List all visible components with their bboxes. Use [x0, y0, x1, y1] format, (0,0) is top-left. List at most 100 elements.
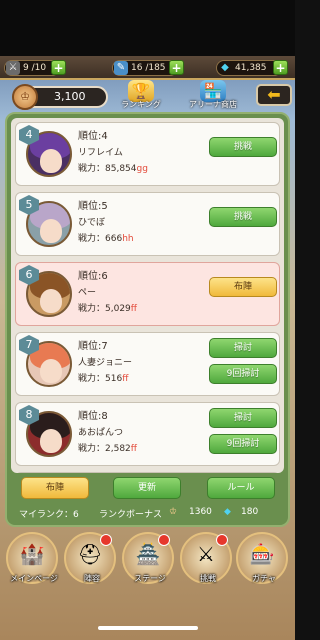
notification-badge [158, 534, 170, 546]
avatar-face [40, 219, 62, 243]
challenge-button[interactable]: 挑戦 [209, 137, 277, 157]
power-unit: hh [122, 234, 134, 244]
stamina-value: 9 /10 [23, 63, 47, 73]
power-label: 戦力： [78, 164, 106, 174]
power-value: 516 [105, 374, 123, 384]
rank-label: 順位:5 [78, 201, 108, 212]
nav-swords[interactable]: ⚔ 挑戦 [180, 532, 232, 584]
player-name: ひでぼ [78, 218, 106, 228]
opponent-card: 6 順位:6 ペー 戦力：5,029ff 布陣 [15, 262, 280, 326]
ticket-icon: ✎ [114, 61, 128, 75]
resource-bar: ⚔ 9 /10 + ✎ 16 /185 + ◆ 41,385 + [0, 56, 295, 80]
opponent-list[interactable]: 4 順位:4 リフレイム 戦力：85,854gg 挑戦 5 順位:5 ひでぼ 戦力：666hh 挑… [11, 118, 284, 473]
power-unit: ff [130, 444, 137, 454]
opponent-card: 9順位:9掃討 [15, 472, 280, 473]
sweep-9-button[interactable]: 9回掃討 [209, 434, 277, 454]
power-unit: ff [122, 374, 129, 384]
challenge-button[interactable]: 挑戦 [209, 207, 277, 227]
rank-label: 順位:7 [78, 341, 108, 352]
bottom-nav: 🏰 メインページ ⛑ 陣容 🏯 ステージ ⚔ 挑戦 🎰 ガチャ [0, 530, 295, 590]
arena-screen: ⚔ 9 /10 + ✎ 16 /185 + ◆ 41,385 + ♔ 3,100… [0, 0, 295, 640]
castle-icon: 🏰 [19, 542, 45, 566]
notification-badge [100, 534, 112, 546]
gem-icon: ◆ [224, 507, 231, 517]
avatar-face [40, 359, 62, 383]
rank-label: 順位:4 [78, 131, 108, 142]
power-value: 85,854 [105, 164, 137, 174]
arena-shop-label: アリーナ商店 [189, 100, 237, 109]
sweep-button[interactable]: 掃討 [209, 408, 277, 428]
avatar-face [40, 149, 62, 173]
nav-gacha[interactable]: 🎰 ガチャ [236, 532, 288, 584]
ranking-label: ランキング [121, 100, 161, 109]
power-value: 2,582 [105, 444, 131, 454]
home-indicator [98, 626, 198, 630]
opponent-card: 7 順位:7 人妻ジョニー 戦力：516ff 掃討 9回掃討 [15, 332, 280, 396]
bonus-points: 1360 [189, 507, 212, 517]
power-text: 戦力：666hh [78, 231, 134, 244]
nav-label: メインページ [10, 574, 58, 583]
sweep-9-button[interactable]: 9回掃討 [209, 364, 277, 384]
nav-fortress[interactable]: 🏯 ステージ [122, 532, 174, 584]
nav-label: ガチャ [252, 574, 276, 583]
stamina-icon: ⚔ [6, 61, 20, 75]
back-arrow-icon: ⬅ [267, 85, 281, 104]
power-unit: ff [130, 304, 137, 314]
power-label: 戦力： [78, 234, 106, 244]
arena-shop-button[interactable]: 🏪 アリーナ商店 [184, 80, 242, 114]
player-name: 人妻ジョニー [78, 358, 133, 368]
power-label: 戦力： [78, 444, 106, 454]
avatar-face [40, 289, 62, 313]
rank-bonus-label: ランクボーナス [99, 510, 163, 520]
gem-counter: ◆ 41,385 + [216, 60, 288, 76]
ticket-value: 16 /185 [131, 63, 166, 73]
gacha-icon: 🎰 [249, 542, 275, 566]
notification-badge [216, 534, 228, 546]
rank-info: マイランク：6 ランクボーナス ♔ 1360 ◆ 180 [7, 504, 288, 522]
stamina-counter: ⚔ 9 /10 + [4, 60, 66, 76]
rank-label: 順位:8 [78, 411, 108, 422]
ticket-counter: ✎ 16 /185 + [112, 60, 184, 76]
power-label: 戦力： [78, 374, 106, 384]
player-name: リフレイム [78, 148, 123, 158]
arena-points: ♔ 3,100 [12, 84, 108, 110]
power-text: 戦力：85,854gg [78, 161, 148, 174]
power-text: 戦力：2,582ff [78, 441, 137, 454]
formation-button[interactable]: 布陣 [21, 477, 89, 499]
arena-points-value: 3,100 [54, 90, 86, 103]
bonus-gems: 180 [241, 507, 259, 517]
power-text: 戦力：516ff [78, 371, 128, 384]
gem-icon: ◆ [221, 62, 229, 73]
refresh-button[interactable]: 更新 [113, 477, 181, 499]
power-text: 戦力：5,029ff [78, 301, 137, 314]
power-value: 666 [105, 234, 123, 244]
opponent-card: 5 順位:5 ひでぼ 戦力：666hh 挑戦 [15, 192, 280, 256]
gem-value: 41,385 [235, 63, 267, 73]
avatar-face [40, 429, 62, 453]
add-gem-button[interactable]: + [273, 60, 288, 75]
rules-button[interactable]: ルール [207, 477, 275, 499]
nav-label: 陣容 [84, 574, 100, 583]
power-unit: gg [136, 164, 148, 174]
nav-helmet[interactable]: ⛑ 陣容 [64, 532, 116, 584]
player-name: あおぱんつ [78, 428, 124, 438]
nav-label: 挑戦 [200, 574, 216, 583]
add-stamina-button[interactable]: + [51, 60, 66, 75]
opponent-card: 8 順位:8 あおぱんつ 戦力：2,582ff 掃討 9回掃討 [15, 402, 280, 466]
player-name: ペー [78, 288, 97, 298]
power-value: 5,029 [105, 304, 131, 314]
sweep-button[interactable]: 掃討 [209, 338, 277, 358]
ranking-button[interactable]: 🏆 ランキング [112, 80, 170, 114]
opponent-panel: 4 順位:4 リフレイム 戦力：85,854gg 挑戦 5 順位:5 ひでぼ 戦力：666hh 挑… [5, 112, 290, 527]
formation-button[interactable]: 布陣 [209, 277, 277, 297]
nav-castle[interactable]: 🏰 メインページ [6, 532, 58, 584]
add-ticket-button[interactable]: + [169, 60, 184, 75]
nav-label: ステージ [134, 574, 166, 583]
back-button[interactable]: ⬅ [256, 84, 292, 106]
rank-label: 順位:6 [78, 271, 108, 282]
opponent-card: 4 順位:4 リフレイム 戦力：85,854gg 挑戦 [15, 122, 280, 186]
medal-icon: ♔ [12, 84, 38, 110]
power-label: 戦力： [78, 304, 106, 314]
my-rank: マイランク：6 [19, 510, 79, 520]
medal-icon: ♔ [169, 507, 178, 517]
